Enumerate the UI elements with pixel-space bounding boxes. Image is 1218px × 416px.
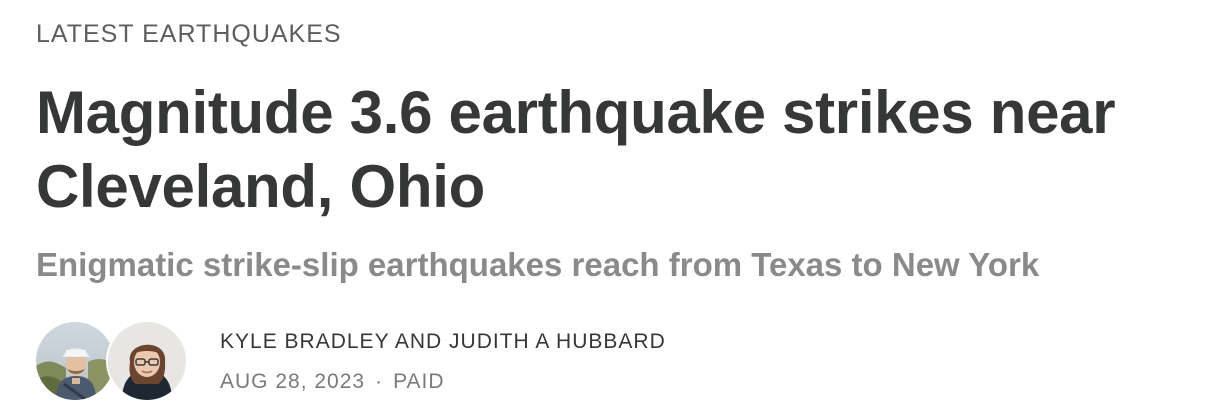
- access-badge: PAID: [393, 370, 445, 393]
- byline: KYLE BRADLEY AND JUDITH A HUBBARD AUG 28…: [34, 320, 836, 402]
- section-label-link[interactable]: LATEST EARTHQUAKES: [36, 20, 342, 49]
- post-date: AUG 28, 2023: [220, 370, 366, 393]
- author-avatar-judith-hubbard[interactable]: [106, 320, 188, 402]
- avatar-photo-icon: [108, 322, 186, 400]
- post-subtitle: Enigmatic strike-slip earthquakes reach …: [36, 246, 1040, 283]
- author-avatar-kyle-bradley[interactable]: [34, 320, 116, 402]
- post-title: Magnitude 3.6 earthquake strikes near Cl…: [36, 79, 1116, 220]
- avatar-photo-icon: [36, 322, 114, 400]
- meta-separator: ·: [375, 370, 384, 393]
- post-meta: AUG 28, 2023 · PAID: [220, 370, 445, 394]
- author-names-link[interactable]: KYLE BRADLEY AND JUDITH A HUBBARD: [220, 330, 666, 354]
